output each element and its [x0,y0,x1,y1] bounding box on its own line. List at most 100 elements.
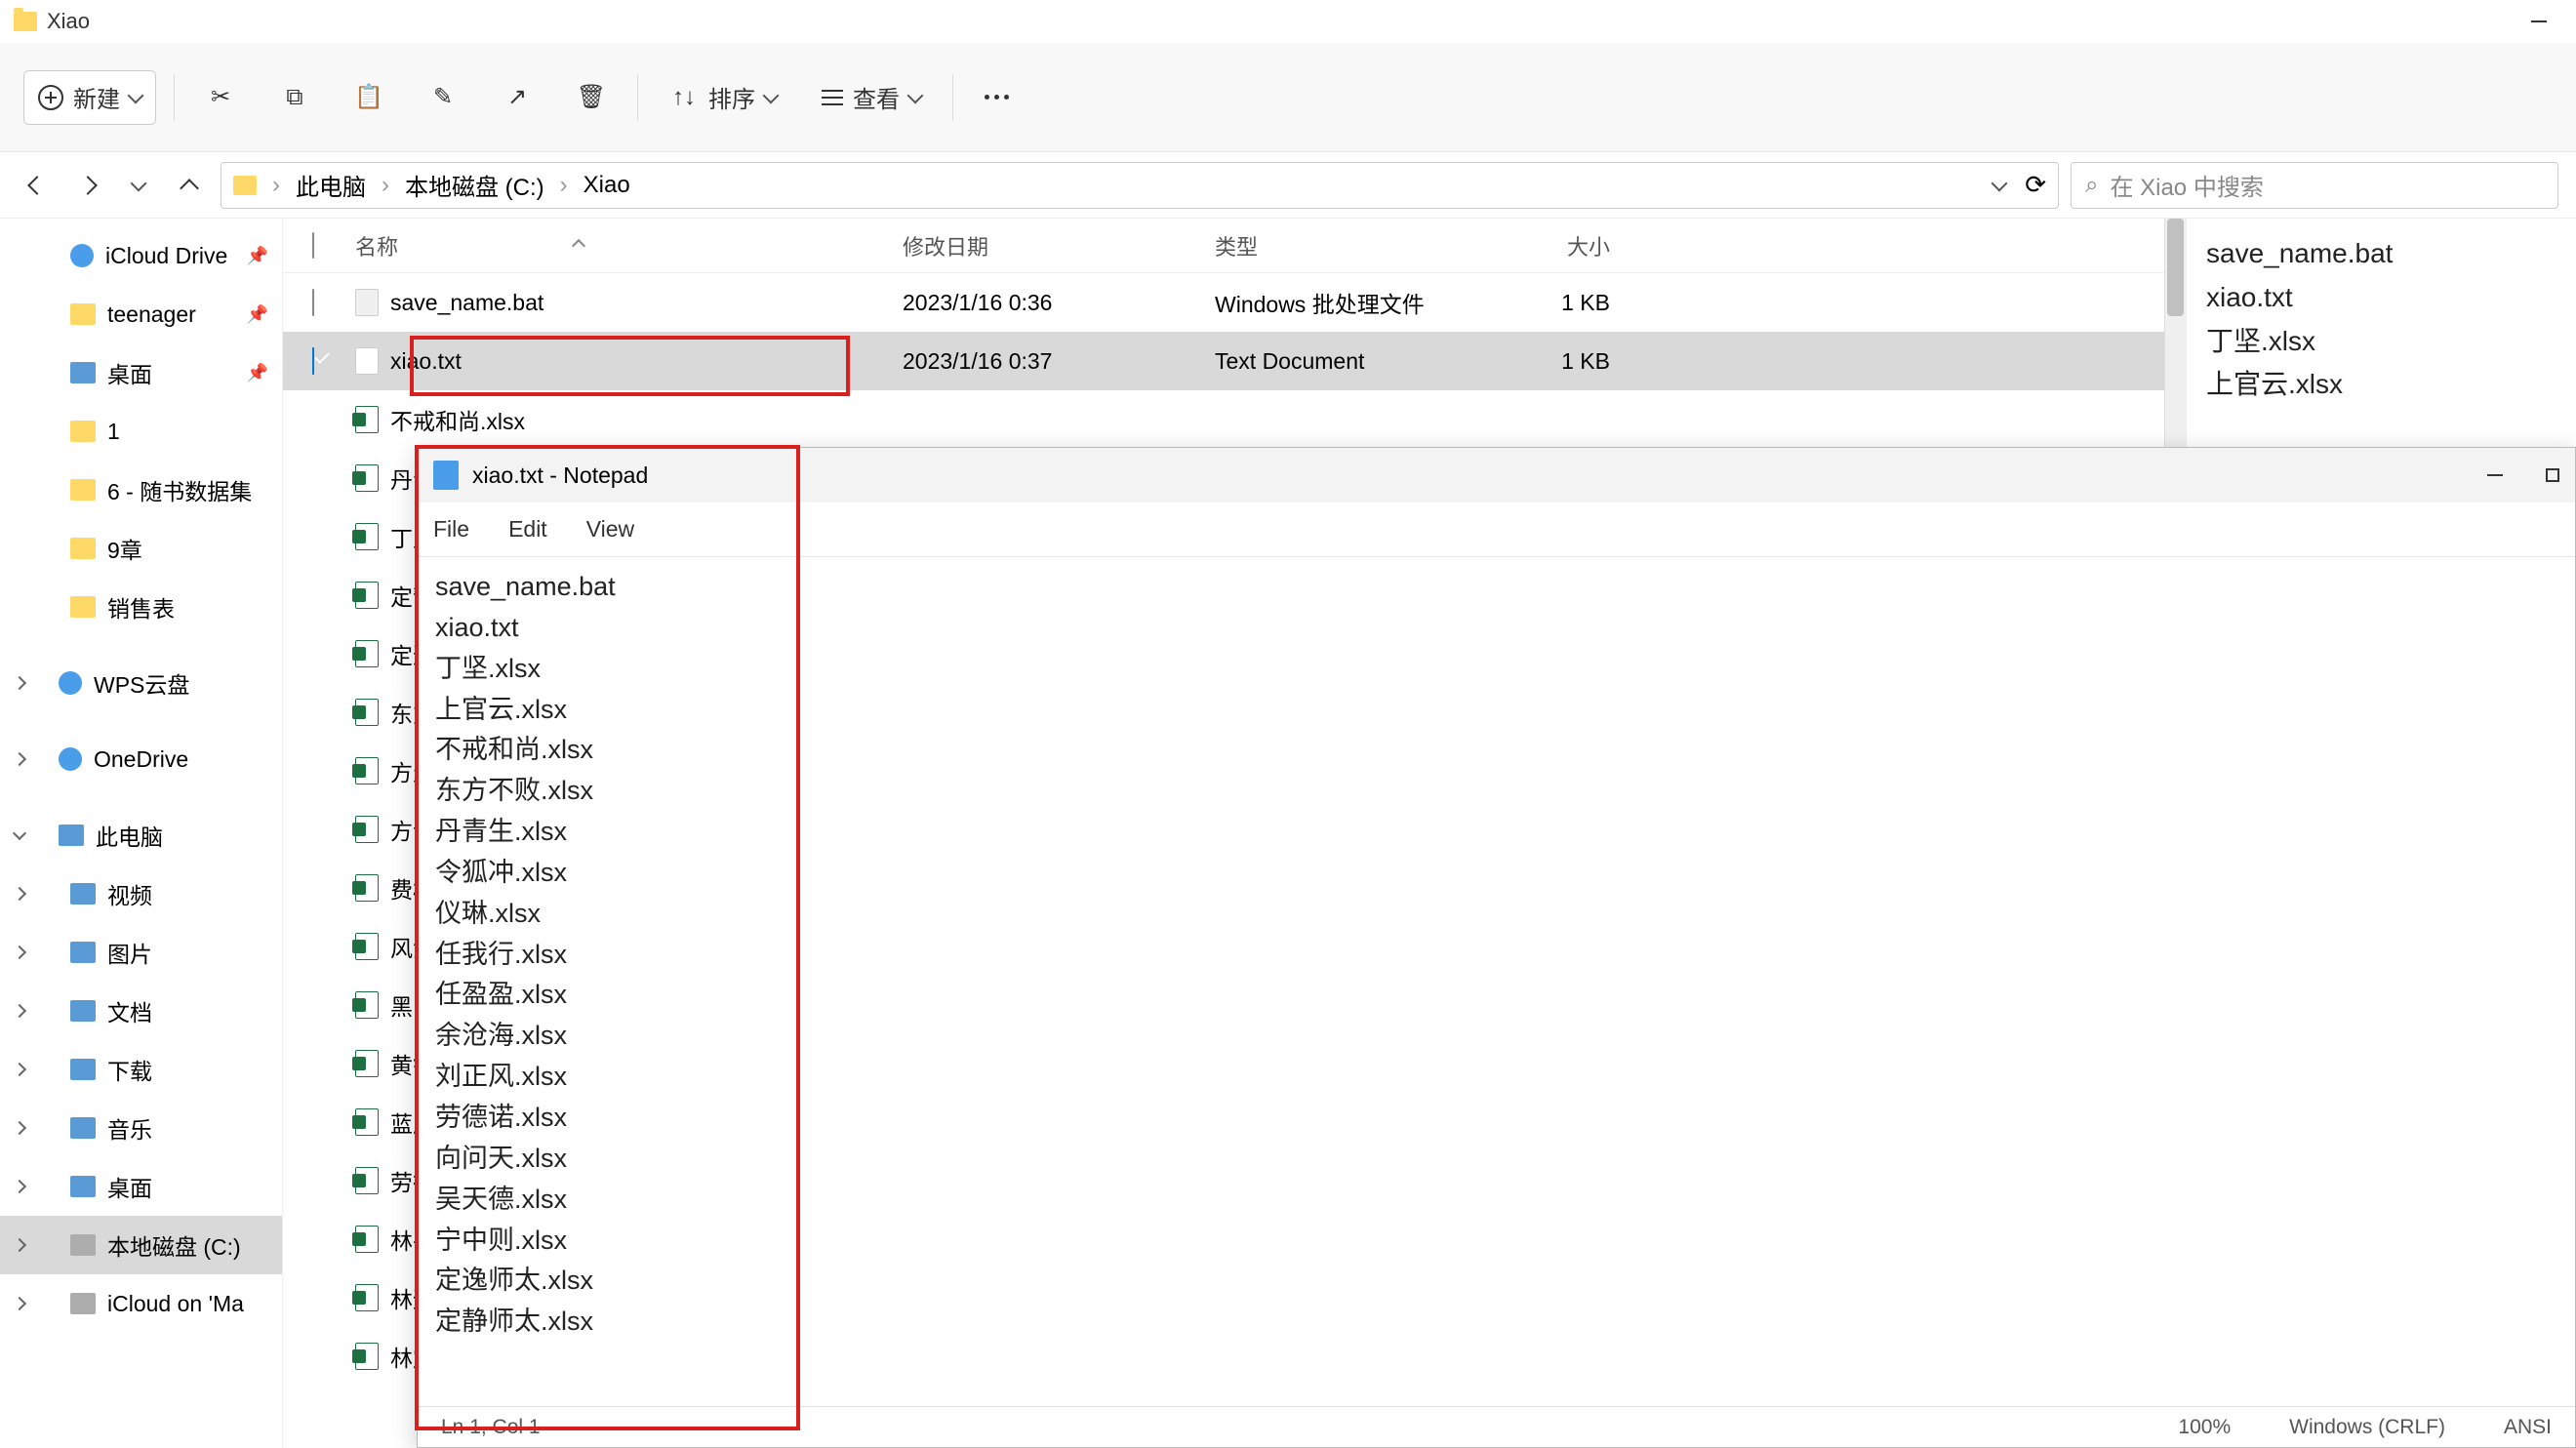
notepad-title: xiao.txt - Notepad [472,463,648,489]
file-icon [355,1050,379,1077]
sidebar-item[interactable]: teenager 📌 [0,285,282,343]
sort-button[interactable]: ↑↓ 排序 [656,70,790,125]
file-row[interactable]: save_name.bat 2023/1/16 0:36 Windows 批处理… [283,273,2164,332]
notepad-titlebar[interactable]: xiao.txt - Notepad [418,448,2575,503]
sidebar-item-wps[interactable]: WPS云盘 [0,654,282,712]
column-headers: 名称 修改日期 类型 大小 [283,219,2164,273]
sidebar-item[interactable]: 桌面 📌 [0,343,282,402]
nav-tree[interactable]: iCloud Drive📌 teenager 📌 桌面 📌 16 - 随书数据集9章销售表… [0,219,283,1448]
notepad-window[interactable]: xiao.txt - Notepad File Edit View save_n… [417,447,2576,1448]
row-checkbox[interactable] [312,347,314,375]
sidebar-item[interactable]: 销售表 [0,578,282,636]
menu-view[interactable]: View [586,516,634,543]
sidebar-label: 桌面 [107,356,152,389]
folder-icon [14,12,37,31]
file-row[interactable]: 不戒和尚.xlsx [283,390,2164,449]
back-button[interactable] [18,166,57,205]
sidebar-item[interactable]: 下载 [0,1040,282,1099]
sort-label: 排序 [708,80,755,114]
sidebar-label: teenager [107,302,196,328]
sidebar-item[interactable]: 音乐 [0,1099,282,1157]
separator [637,74,638,121]
cut-button[interactable]: ✂ [192,70,249,125]
file-icon [355,406,379,433]
nav-bar: › 此电脑 › 本地磁盘 (C:) › Xiao ⟳ ⌕ 在 Xiao 中搜索 [0,152,2576,219]
file-icon [355,289,379,316]
maximize-button[interactable] [2546,468,2559,482]
forward-button[interactable] [68,166,107,205]
file-size: 1 KB [1478,290,1639,316]
text-line: 上官云.xlsx [435,690,2557,731]
sidebar-item[interactable]: 图片 [0,923,282,982]
row-checkbox[interactable] [312,289,314,316]
breadcrumb-drive[interactable]: 本地磁盘 (C:) [405,168,544,202]
sidebar-item[interactable]: 视频 [0,865,282,923]
sidebar-item[interactable]: 本地磁盘 (C:) [0,1216,282,1274]
column-date[interactable]: 修改日期 [903,230,1215,261]
address-bar[interactable]: › 此电脑 › 本地磁盘 (C:) › Xiao ⟳ [221,162,2059,209]
new-button[interactable]: 新建 [23,70,156,125]
folder-icon [70,1234,96,1256]
sidebar-item[interactable]: iCloud Drive📌 [0,226,282,285]
chevron-down-icon [763,87,780,103]
scroll-thumb[interactable] [2167,219,2184,316]
sidebar-item[interactable]: 6 - 随书数据集 [0,461,282,519]
copy-icon: ⧉ [280,83,309,112]
folder-icon [70,303,96,325]
cut-icon: ✂ [206,83,235,112]
breadcrumb-pc[interactable]: 此电脑 [296,168,366,202]
folder-icon [70,538,96,559]
rename-button[interactable]: ✎ [415,70,471,125]
menu-edit[interactable]: Edit [508,516,547,543]
refresh-button[interactable]: ⟳ [2025,170,2046,200]
chevron-down-button[interactable] [119,166,158,205]
notepad-content[interactable]: save_name.batxiao.txt丁坚.xlsx上官云.xlsx不戒和尚… [418,557,2575,1406]
sidebar-item[interactable]: 桌面 [0,1157,282,1216]
breadcrumb-folder[interactable]: Xiao [584,172,630,199]
search-input[interactable]: ⌕ 在 Xiao 中搜索 [2071,162,2558,209]
search-placeholder: 在 Xiao 中搜索 [2110,168,2263,202]
view-button[interactable]: 查看 [808,70,935,125]
view-icon [822,90,843,105]
menu-file[interactable]: File [433,516,469,543]
minimize-button[interactable] [2487,474,2503,476]
folder-icon [70,1176,96,1197]
sidebar-label: 本地磁盘 (C:) [107,1228,241,1262]
sidebar-item[interactable]: 文档 [0,982,282,1040]
file-icon [355,1343,379,1370]
new-label: 新建 [73,80,120,114]
more-button[interactable] [971,70,1023,125]
delete-button[interactable]: 🗑 [563,70,620,125]
chevron-right-icon: › [382,172,389,199]
column-type[interactable]: 类型 [1215,230,1478,261]
plus-icon [38,85,63,110]
file-row[interactable]: xiao.txt 2023/1/16 0:37 Text Document 1 … [283,332,2164,390]
column-size[interactable]: 大小 [1478,230,1639,261]
sidebar-item[interactable]: iCloud on 'Ma [0,1274,282,1333]
select-all-checkbox[interactable] [312,232,314,259]
text-line: 刘正风.xlsx [435,1057,2557,1098]
file-type: Text Document [1215,348,1478,375]
copy-button[interactable]: ⧉ [266,70,323,125]
pin-icon: 📌 [247,304,268,325]
sidebar-item-onedrive[interactable]: OneDrive [0,730,282,788]
sidebar-item[interactable]: 1 [0,402,282,461]
share-button[interactable]: ↗ [489,70,545,125]
paste-button[interactable]: 📋 [341,70,397,125]
text-line: 吴天德.xlsx [435,1180,2557,1221]
file-icon [355,1108,379,1136]
sidebar-item-pc[interactable]: 此电脑 [0,806,282,865]
recent-button[interactable] [1992,175,2008,191]
text-line: 不戒和尚.xlsx [435,730,2557,771]
more-icon [985,95,1009,100]
text-line: 丁坚.xlsx [435,649,2557,690]
pin-icon: 📌 [247,363,268,383]
folder-icon [70,479,96,501]
column-name[interactable]: 名称 [351,230,903,261]
sidebar-label: 销售表 [107,590,175,623]
sidebar-item[interactable]: 9章 [0,519,282,578]
text-line: 任盈盈.xlsx [435,975,2557,1016]
sort-icon: ↑↓ [669,83,699,112]
minimize-button[interactable] [2531,20,2547,22]
up-button[interactable] [170,166,209,205]
